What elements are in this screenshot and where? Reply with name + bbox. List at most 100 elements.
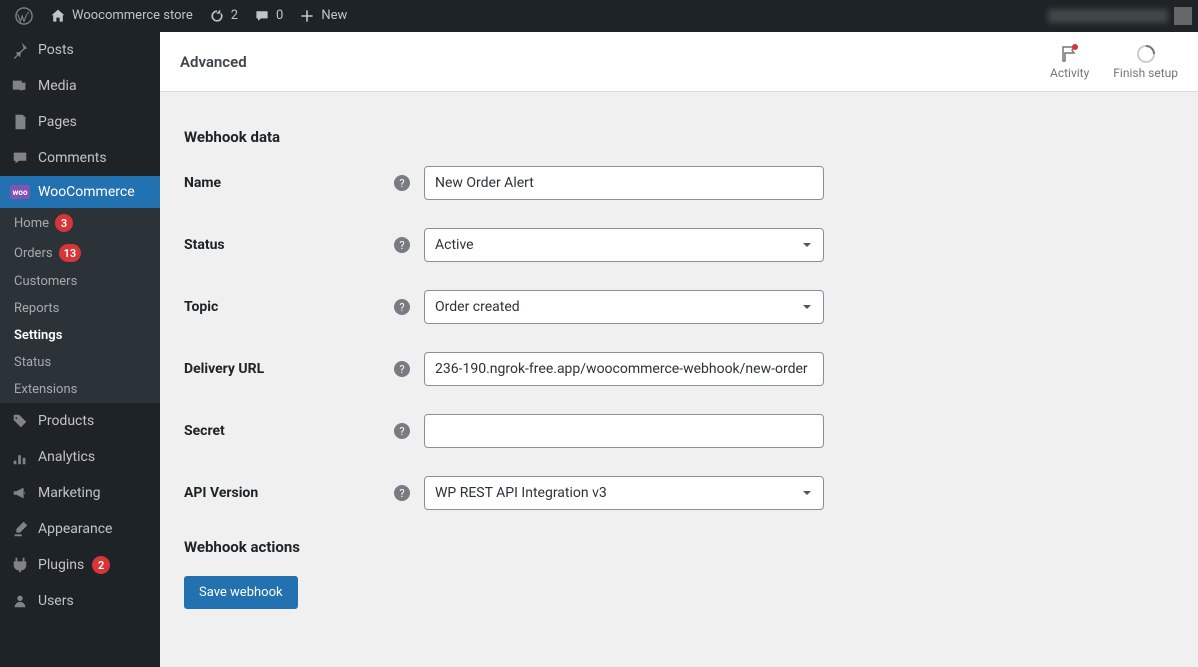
submenu-orders[interactable]: Orders 13: [0, 238, 160, 268]
menu-marketing[interactable]: Marketing: [0, 475, 160, 511]
submenu-label: Status: [14, 355, 51, 370]
section-webhook-actions: Webhook actions: [184, 538, 1174, 556]
refresh-icon: [209, 8, 225, 24]
submenu-home[interactable]: Home 3: [0, 208, 160, 238]
menu-label: Products: [38, 413, 94, 429]
label-topic: Topic: [184, 299, 394, 315]
adminbar-account[interactable]: [1048, 7, 1192, 25]
submenu-label: Home: [14, 216, 49, 231]
section-webhook-data: Webhook data: [184, 128, 1174, 146]
page-title: Advanced: [180, 53, 247, 71]
help-icon[interactable]: ?: [394, 299, 410, 315]
delivery-url-input[interactable]: [424, 352, 824, 386]
help-icon[interactable]: ?: [394, 361, 410, 377]
menu-label: Plugins: [38, 557, 84, 573]
row-name: Name ?: [184, 166, 1174, 200]
menu-posts[interactable]: Posts: [0, 32, 160, 68]
menu-analytics[interactable]: Analytics: [0, 439, 160, 475]
wp-logo[interactable]: [6, 0, 42, 32]
row-status: Status ? Active: [184, 228, 1174, 262]
api-version-select[interactable]: WP REST API Integration v3: [424, 476, 824, 510]
updates-link[interactable]: 2: [201, 0, 246, 32]
submenu-extensions[interactable]: Extensions: [0, 376, 160, 403]
admin-sidebar: Posts Media Pages Comments woo WooCommer…: [0, 32, 160, 667]
wp-admin-bar: Woocommerce store 2 0 New: [0, 0, 1198, 32]
submenu-label: Customers: [14, 274, 77, 289]
menu-products[interactable]: Products: [0, 403, 160, 439]
comments-count: 0: [276, 0, 283, 32]
name-input[interactable]: [424, 166, 824, 200]
submenu-status[interactable]: Status: [0, 349, 160, 376]
site-home-link[interactable]: Woocommerce store: [42, 0, 201, 32]
activity-button[interactable]: Activity: [1050, 44, 1089, 80]
form-main: Webhook data Name ? Status ? Active Topi…: [160, 92, 1198, 629]
comment-icon: [254, 8, 270, 24]
menu-label: WooCommerce: [38, 184, 135, 200]
save-webhook-button[interactable]: Save webhook: [184, 576, 298, 609]
page-header: Advanced Activity Finish setup: [160, 32, 1198, 92]
content-area: Advanced Activity Finish setup Webhook d…: [160, 0, 1198, 629]
wordpress-icon: [14, 6, 34, 26]
topic-select[interactable]: Order created: [424, 290, 824, 324]
pages-icon: [10, 112, 30, 132]
menu-plugins[interactable]: Plugins 2: [0, 547, 160, 583]
notification-dot-icon: [1072, 44, 1078, 50]
submenu-reports[interactable]: Reports: [0, 295, 160, 322]
menu-label: Users: [38, 593, 74, 609]
menu-label: Appearance: [38, 521, 112, 537]
user-display-name: [1048, 9, 1168, 23]
plus-icon: [299, 8, 315, 24]
submenu-label: Extensions: [14, 382, 77, 397]
help-icon[interactable]: ?: [394, 485, 410, 501]
analytics-icon: [10, 447, 30, 467]
updates-count: 2: [231, 0, 238, 32]
finish-setup-button[interactable]: Finish setup: [1113, 44, 1178, 80]
label-delivery-url: Delivery URL: [184, 361, 394, 377]
menu-pages[interactable]: Pages: [0, 104, 160, 140]
orders-badge: 13: [59, 244, 82, 262]
status-select[interactable]: Active: [424, 228, 824, 262]
menu-label: Marketing: [38, 485, 101, 501]
row-secret: Secret ?: [184, 414, 1174, 448]
avatar: [1174, 7, 1192, 25]
help-icon[interactable]: ?: [394, 423, 410, 439]
activity-label: Activity: [1050, 66, 1089, 80]
new-content-link[interactable]: New: [291, 0, 355, 32]
megaphone-icon: [10, 483, 30, 503]
secret-input[interactable]: [424, 414, 824, 448]
plugin-icon: [10, 555, 30, 575]
submenu-customers[interactable]: Customers: [0, 268, 160, 295]
menu-label: Analytics: [38, 449, 95, 465]
media-icon: [10, 76, 30, 96]
menu-woocommerce[interactable]: woo WooCommerce: [0, 176, 160, 208]
site-name: Woocommerce store: [72, 0, 193, 32]
row-topic: Topic ? Order created: [184, 290, 1174, 324]
label-name: Name: [184, 175, 394, 191]
new-label: New: [321, 0, 347, 32]
users-icon: [10, 591, 30, 611]
comments-link[interactable]: 0: [246, 0, 291, 32]
label-api-version: API Version: [184, 485, 394, 501]
plugins-badge: 2: [92, 556, 110, 574]
submenu-label: Settings: [14, 328, 62, 343]
menu-label: Pages: [38, 114, 77, 130]
help-icon[interactable]: ?: [394, 237, 410, 253]
label-status: Status: [184, 237, 394, 253]
submenu-label: Orders: [14, 246, 53, 261]
woocommerce-icon: woo: [10, 185, 30, 199]
finish-setup-label: Finish setup: [1113, 66, 1178, 80]
submenu-settings[interactable]: Settings: [0, 322, 160, 349]
menu-users[interactable]: Users: [0, 583, 160, 619]
submenu-label: Reports: [14, 301, 59, 316]
menu-comments[interactable]: Comments: [0, 140, 160, 176]
flag-icon: [1060, 44, 1080, 64]
menu-appearance[interactable]: Appearance: [0, 511, 160, 547]
help-icon[interactable]: ?: [394, 175, 410, 191]
menu-media[interactable]: Media: [0, 68, 160, 104]
woocommerce-submenu: Home 3 Orders 13 Customers Reports Setti…: [0, 208, 160, 403]
comment-icon: [10, 148, 30, 168]
home-icon: [50, 8, 66, 24]
products-icon: [10, 411, 30, 431]
menu-label: Posts: [38, 42, 74, 58]
menu-label: Comments: [38, 150, 107, 166]
